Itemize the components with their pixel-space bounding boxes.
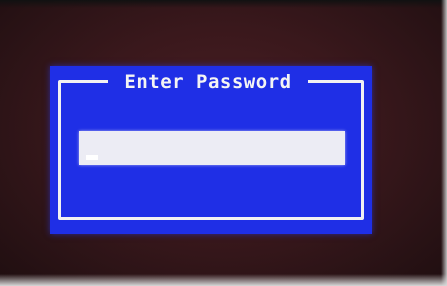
monitor-bezel-top (0, 0, 447, 8)
text-cursor (86, 155, 98, 160)
monitor-screen: Enter Password (0, 0, 447, 286)
monitor-bezel-right (441, 0, 447, 286)
password-input[interactable] (79, 131, 345, 165)
monitor-bezel-bottom (0, 274, 447, 286)
dialog-title: Enter Password (108, 69, 308, 95)
password-dialog: Enter Password (50, 66, 372, 234)
